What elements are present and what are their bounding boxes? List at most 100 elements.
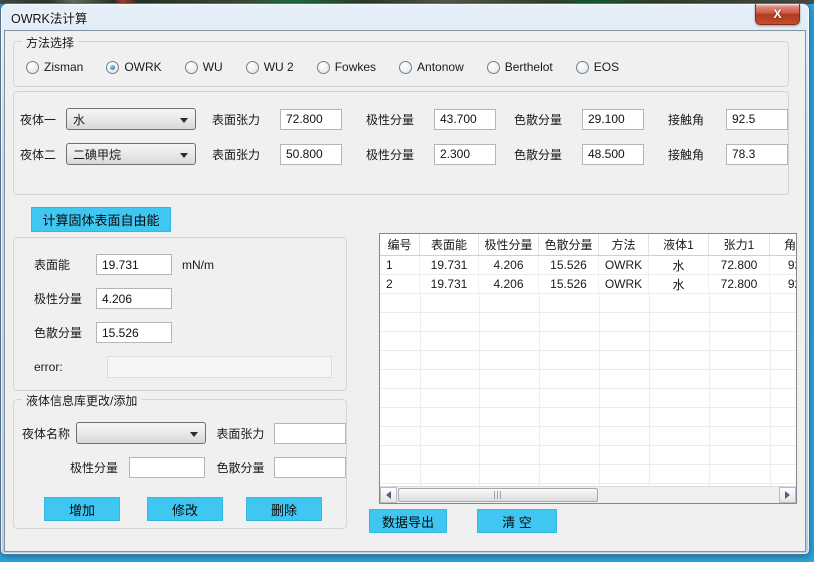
liquid2-surface-tension-input[interactable]: [280, 143, 342, 165]
radio-zisman[interactable]: Zisman: [26, 60, 83, 74]
radio-antonow[interactable]: Antonow: [399, 60, 464, 74]
table-header: 编号: [380, 234, 420, 255]
liquid2-row: 夜体二 二碘甲烷 表面张力 极性分量 色散分量 接触角: [14, 143, 788, 165]
scrollbar-thumb[interactable]: [398, 488, 598, 502]
liquid1-surface-tension-input[interactable]: [280, 108, 342, 130]
liquid2-dispersive-input[interactable]: [582, 143, 644, 165]
table-empty-rows: [380, 294, 796, 486]
table-cell: 19.731: [420, 256, 479, 274]
table-cell: OWRK: [599, 275, 649, 293]
table-header-row: 编号 表面能 极性分量 色散分量 方法 液体1 张力1 角度1: [380, 234, 796, 256]
radio-label: Berthelot: [504, 60, 553, 74]
table-cell: 水: [649, 256, 709, 274]
library-name-row: 夜体名称 表面张力: [14, 422, 346, 444]
dialog-client-area: 方法选择 Zisman OWRK WU WU 2 Fowkes Antonow …: [4, 30, 806, 552]
scrollbar-grip-icon: [494, 491, 502, 499]
polar-result-value[interactable]: [96, 288, 172, 309]
clear-button[interactable]: 清 空: [477, 509, 557, 533]
surface-tension-label: 表面张力: [212, 147, 261, 162]
table-cell: 2: [380, 275, 420, 293]
radio-label: WU 2: [263, 60, 294, 74]
chevron-down-icon: [180, 153, 188, 158]
library-surface-tension-input[interactable]: [274, 422, 346, 444]
surface-energy-unit: mN/m: [182, 257, 214, 272]
arrow-left-icon: [386, 491, 391, 499]
liquid1-select[interactable]: 水: [66, 108, 196, 130]
liquid1-polar-input[interactable]: [434, 108, 496, 130]
table-header: 角度1: [770, 234, 796, 255]
error-row: error:: [14, 356, 346, 378]
liquid2-contact-angle-input[interactable]: [726, 143, 788, 165]
table-cell: 15.526: [539, 256, 599, 274]
window-title: OWRK法计算: [11, 11, 88, 26]
radio-eos[interactable]: EOS: [575, 60, 619, 74]
surface-tension-label: 表面张力: [212, 112, 261, 127]
horizontal-scrollbar[interactable]: [380, 486, 796, 503]
polar-result-label: 极性分量: [34, 292, 83, 306]
table-cell: 72.800: [709, 256, 770, 274]
surface-energy-row: 表面能 mN/m: [14, 254, 346, 275]
add-button[interactable]: 增加: [44, 497, 120, 521]
method-group-title: 方法选择: [22, 34, 79, 51]
arrow-right-icon: [785, 491, 790, 499]
liquid1-dispersive-input[interactable]: [582, 108, 644, 130]
surface-energy-label: 表面能: [34, 258, 71, 272]
radio-fowkes[interactable]: Fowkes: [316, 60, 377, 74]
library-group-title: 液体信息库更改/添加: [22, 392, 142, 409]
surface-energy-value[interactable]: [96, 254, 172, 275]
calculate-surface-energy-button[interactable]: 计算固体表面自由能: [31, 207, 171, 232]
radio-label: Antonow: [417, 60, 464, 74]
radio-wu2[interactable]: WU 2: [245, 60, 294, 74]
data-export-button[interactable]: 数据导出: [369, 509, 447, 533]
radio-circle-selected-icon: [106, 60, 120, 74]
dispersive-result-value[interactable]: [96, 322, 172, 343]
radio-label: OWRK: [124, 60, 162, 74]
table-row[interactable]: 1 19.731 4.206 15.526 OWRK 水 72.800 92.5: [380, 256, 796, 275]
polar-component-label: 极性分量: [366, 147, 415, 162]
radio-circle-icon: [399, 60, 413, 74]
radio-owrk[interactable]: OWRK: [106, 60, 162, 74]
liquid2-selected-value: 二碘甲烷: [73, 147, 122, 162]
method-select-group: 方法选择 Zisman OWRK WU WU 2 Fowkes Antonow …: [13, 34, 789, 87]
library-polar-input[interactable]: [128, 457, 205, 478]
title-bar[interactable]: OWRK法计算: [1, 4, 809, 30]
radio-label: Fowkes: [334, 60, 377, 74]
chevron-down-icon: [190, 432, 199, 437]
contact-angle-label: 接触角: [668, 112, 705, 127]
chevron-down-icon: [180, 118, 188, 123]
owrk-dialog-window: OWRK法计算 X 方法选择 Zisman OWRK WU WU 2 Fowke…: [0, 3, 810, 555]
liquid1-contact-angle-input[interactable]: [726, 108, 788, 130]
table-cell: 92.5: [770, 275, 796, 293]
library-surface-tension-label: 表面张力: [216, 426, 265, 441]
liquid1-row: 夜体一 水 表面张力 极性分量 色散分量 接触角: [14, 108, 788, 130]
liquid-name-label: 夜体名称: [22, 426, 71, 441]
liquid-inputs-group: 夜体一 水 表面张力 极性分量 色散分量 接触角 夜体二 二碘甲烷: [13, 91, 789, 195]
table-header: 方法: [599, 234, 649, 255]
radio-circle-icon: [575, 60, 589, 74]
close-button[interactable]: X: [755, 4, 800, 25]
table-cell: 15.526: [539, 275, 599, 293]
scroll-right-button[interactable]: [779, 487, 796, 503]
modify-button[interactable]: 修改: [147, 497, 223, 521]
table-cell: 72.800: [709, 275, 770, 293]
table-cell: 19.731: [420, 275, 479, 293]
table-header: 色散分量: [539, 234, 599, 255]
table-cell: OWRK: [599, 256, 649, 274]
table-row[interactable]: 2 19.731 4.206 15.526 OWRK 水 72.800 92.5: [380, 275, 796, 294]
radio-wu[interactable]: WU: [184, 60, 223, 74]
dispersive-component-label: 色散分量: [514, 147, 563, 162]
liquid-name-select[interactable]: [75, 422, 207, 444]
polar-component-label: 极性分量: [366, 112, 415, 127]
radio-circle-icon: [26, 60, 39, 74]
table-header: 液体1: [649, 234, 709, 255]
liquid2-polar-input[interactable]: [434, 143, 496, 165]
scroll-left-button[interactable]: [380, 487, 397, 503]
results-table[interactable]: 编号 表面能 极性分量 色散分量 方法 液体1 张力1 角度1 1 19.731…: [379, 233, 797, 504]
radio-berthelot[interactable]: Berthelot: [486, 60, 553, 74]
library-dispersive-input[interactable]: [274, 457, 346, 478]
radio-circle-icon: [184, 60, 198, 74]
liquid2-select[interactable]: 二碘甲烷: [66, 143, 196, 165]
liquid-library-group: 液体信息库更改/添加 夜体名称 表面张力 极性分量 色散分量 增加 修改 删除: [13, 392, 347, 529]
library-components-row: 极性分量 色散分量: [14, 457, 346, 478]
delete-button[interactable]: 删除: [246, 497, 322, 521]
